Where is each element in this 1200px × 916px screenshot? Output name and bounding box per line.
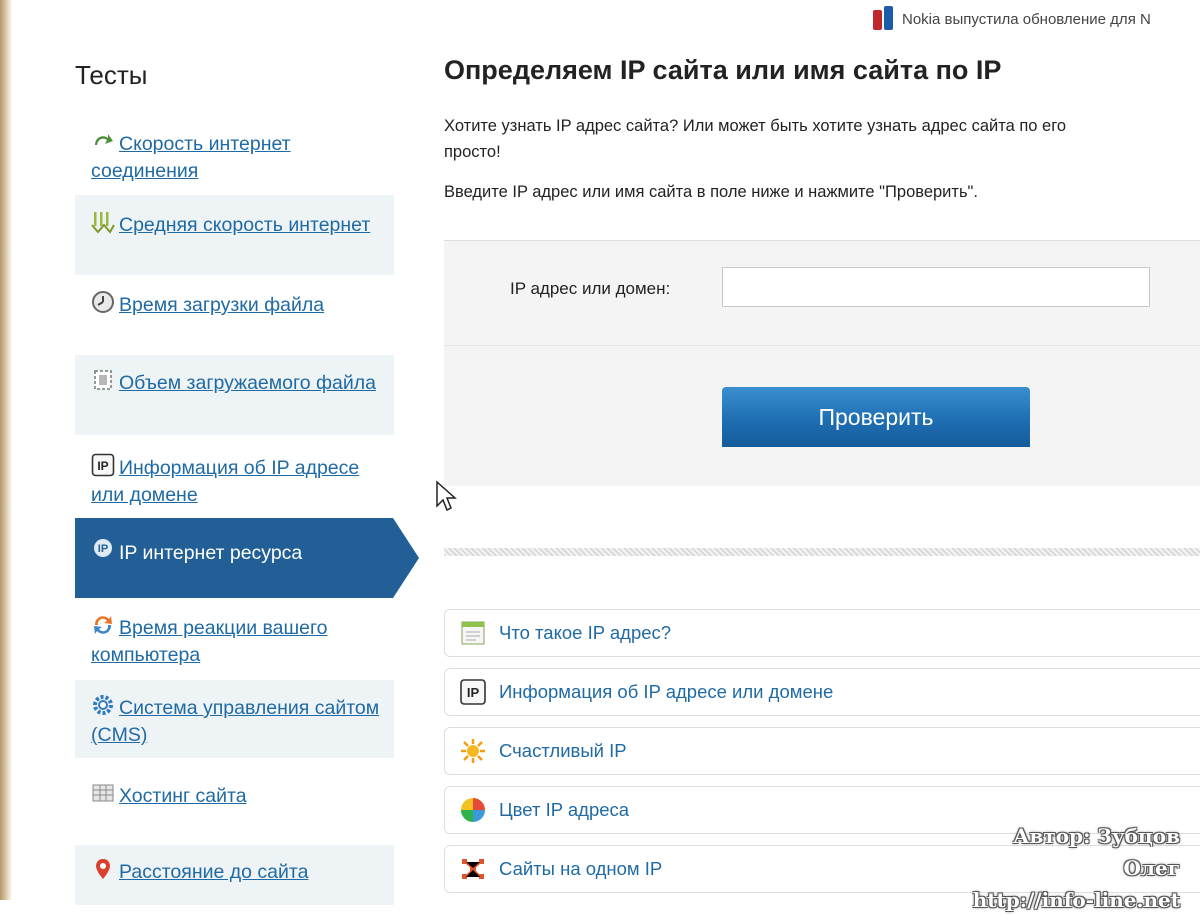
file-size-icon (94, 370, 112, 390)
related-link-label: Цвет IP адреса (499, 799, 630, 820)
instruction-text: Введите IP адрес или имя сайта в поле ни… (444, 183, 978, 201)
ip-domain-input[interactable] (722, 267, 1150, 307)
green-arrow-icon (95, 134, 113, 145)
tests-sidebar: Тесты Скорость интернет соединения Средн… (75, 60, 420, 905)
main-content: Определяем IP сайта или имя сайта по IP … (444, 55, 1200, 893)
map-pin-icon (96, 859, 110, 879)
intro-line-2: просто! (444, 143, 501, 161)
svg-text:IP: IP (97, 459, 108, 473)
sidebar-item-connection-speed[interactable]: Скорость интернет соединения (75, 123, 394, 191)
news-ticker-text[interactable]: Nokia выпустила обновление для N (902, 11, 1151, 28)
speed-bars-icon (91, 212, 115, 234)
sidebar-item-file-size[interactable]: Объем загружаемого файла (75, 355, 394, 435)
svg-text:IP: IP (467, 685, 480, 700)
related-link-label: Сайты на одном IP (499, 858, 663, 879)
sidebar-item-file-load-time[interactable]: Время загрузки файла (75, 284, 394, 328)
sun-icon (461, 739, 485, 763)
related-link-label: Что такое IP адрес? (499, 622, 672, 643)
document-icon (461, 621, 485, 645)
refresh-icon (94, 616, 112, 634)
form-divider (444, 345, 1200, 346)
watermark-url: http://info-line.net (972, 888, 1180, 912)
sidebar-item-reaction-time[interactable]: Время реакции вашего компьютера (75, 607, 394, 677)
server-icon (92, 784, 114, 802)
ip-lookup-form: IP адрес или домен: Проверить (444, 240, 1200, 486)
check-button[interactable]: Проверить (722, 387, 1030, 447)
page-title: Определяем IP сайта или имя сайта по IP (444, 55, 1002, 85)
ip-icon: IP (91, 453, 115, 477)
intro-line-1: Хотите узнать IP адрес сайта? Или может … (444, 117, 1067, 135)
sidebar-item-ip-info[interactable]: IP Информация об IP адресе или домене (75, 447, 394, 517)
hatched-divider (444, 548, 1200, 556)
author-watermark: Автор: Зубцов Олег http://info-line.net (950, 820, 1180, 916)
watermark-author: Автор: Зубцов Олег (1013, 824, 1180, 880)
color-wheel-icon (461, 798, 485, 822)
related-link-label: Информация об IP адресе или домене (499, 681, 834, 702)
sidebar-item-hosting[interactable]: Хостинг сайта (75, 775, 394, 819)
active-item-arrow (393, 518, 419, 598)
gear-icon (93, 695, 113, 715)
window-left-edge (0, 0, 12, 900)
news-ticker[interactable]: Nokia выпустила обновление для N (872, 6, 1151, 32)
svg-text:IP: IP (98, 543, 108, 555)
pb-logo-icon (872, 6, 896, 32)
network-icon (462, 859, 484, 879)
clock-icon (92, 291, 114, 313)
related-link-lucky-ip[interactable]: Счастливый IP (444, 727, 1200, 775)
mouse-cursor-icon (436, 480, 457, 512)
ip-globe-icon: IP (94, 539, 112, 557)
sidebar-item-distance[interactable]: Расстояние до сайта (75, 845, 394, 905)
sidebar-title: Тесты (75, 60, 148, 90)
related-link-label: Счастливый IP (499, 740, 627, 761)
intro-text: Хотите узнать IP адрес сайта? Или может … (444, 113, 1200, 165)
related-link-what-is-ip[interactable]: Что такое IP адрес? (444, 609, 1200, 657)
ip-icon: IP (460, 679, 486, 705)
sidebar-item-average-speed[interactable]: Средняя скорость интернет (75, 195, 394, 275)
sidebar-item-ip-resource[interactable]: IP IP интернет ресурса (75, 518, 419, 598)
ip-domain-label: IP адрес или домен: (510, 279, 671, 298)
sidebar-item-cms[interactable]: Система управления сайтом (CMS) (75, 680, 394, 758)
related-link-ip-info[interactable]: IP Информация об IP адресе или домене (444, 668, 1200, 716)
